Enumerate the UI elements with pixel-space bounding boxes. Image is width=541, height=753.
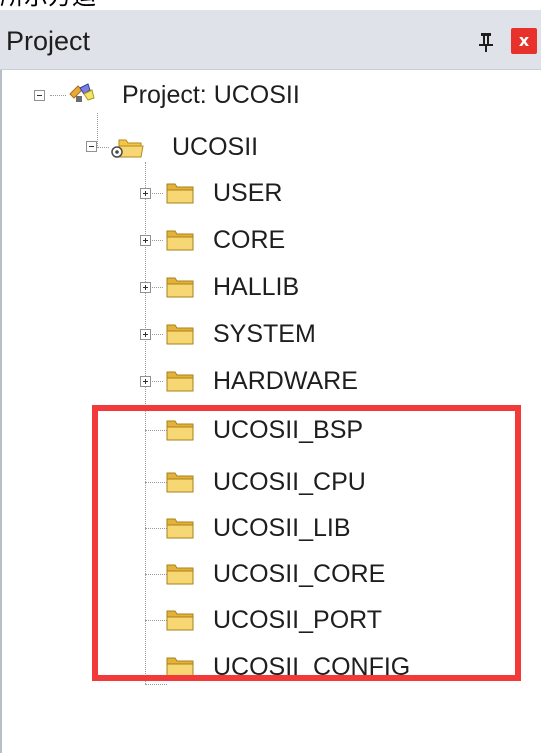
root-collapse-toggle[interactable] (34, 90, 45, 101)
folder-icon (166, 277, 194, 298)
close-icon: x (518, 31, 530, 50)
tree-connector (50, 95, 66, 96)
project-window: 所示方运 Project x Project: UCOS (0, 0, 541, 753)
highlight-box (92, 405, 521, 681)
cropped-caption: 所示方运 (0, 0, 541, 10)
group-expand-toggle[interactable] (140, 282, 151, 293)
tree-group-label: HARDWARE (213, 367, 358, 395)
project-panel-header: Project x (0, 10, 541, 70)
folder-icon (166, 230, 194, 251)
tree-group-label: SYSTEM (213, 320, 316, 348)
target-folder-icon (111, 139, 144, 158)
tree-target-label: UCOSII (172, 133, 259, 161)
tree-connector (145, 684, 167, 685)
group-expand-toggle[interactable] (140, 235, 151, 246)
tree-group-label: CORE (213, 226, 286, 254)
folder-icon (166, 371, 194, 392)
panel-title: Project (6, 26, 91, 56)
group-expand-toggle[interactable] (140, 329, 151, 340)
group-expand-toggle[interactable] (140, 188, 151, 199)
tree-group-label: USER (213, 179, 283, 207)
tree-connector (97, 147, 109, 148)
pushpin-icon[interactable] (474, 30, 498, 54)
project-tree[interactable]: Project: UCOSII UCOSII USER CORE HALLIB … (0, 70, 541, 753)
tree-root-project[interactable]: Project: UCOSII (66, 80, 300, 110)
tree-group-label: HALLIB (213, 273, 300, 301)
tree-group-core[interactable]: CORE (163, 225, 383, 255)
tree-group-hallib[interactable]: HALLIB (163, 272, 383, 302)
target-collapse-toggle[interactable] (86, 141, 97, 152)
tree-group-system[interactable]: SYSTEM (163, 319, 383, 349)
tree-group-hardware[interactable]: HARDWARE (163, 366, 403, 396)
tree-target[interactable]: UCOSII (110, 132, 290, 162)
tree-group-user[interactable]: USER (163, 178, 383, 208)
folder-icon (166, 324, 194, 345)
project-icon (69, 83, 95, 102)
cropped-caption-text: 所示方运 (0, 0, 96, 8)
close-button[interactable]: x (511, 28, 537, 54)
tree-connector (97, 113, 98, 148)
folder-icon (166, 183, 194, 204)
tree-root-label: Project: UCOSII (122, 81, 300, 109)
group-expand-toggle[interactable] (140, 376, 151, 387)
